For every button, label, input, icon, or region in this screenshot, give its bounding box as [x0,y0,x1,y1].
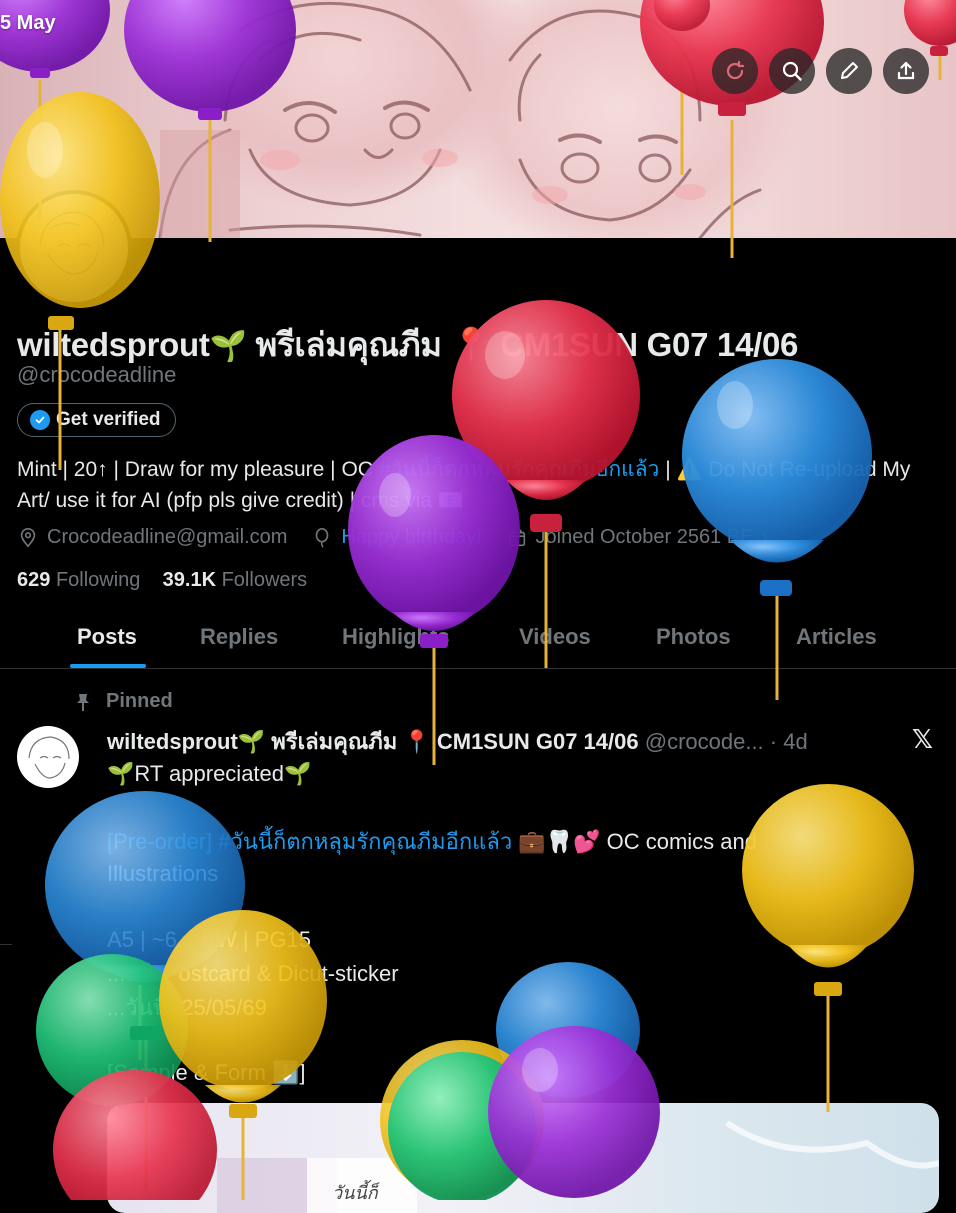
tab-posts[interactable]: Posts [77,624,137,650]
status-bar-time: 5 May [0,12,56,34]
share-button[interactable] [883,48,929,94]
profile-meta: Crocodeadline@gmail.com Happy birthday! … [17,526,782,549]
joined-date: Joined October 2561 BE [535,526,754,548]
birthday-link[interactable]: Happy birthday! [341,526,481,549]
get-verified-button[interactable]: Get verified [17,403,176,437]
tab-highlights[interactable]: Highlights [342,624,450,650]
post-avatar-image [28,736,70,779]
chevron-right-icon[interactable]: › [761,526,768,549]
media-caption: วันนี้ก็ [332,1183,378,1203]
search-button[interactable] [769,48,815,94]
joined-item: Joined October 2561 BE › [506,526,768,549]
post-line-2-rest: 💼🦷💕 OC comics and [512,829,757,854]
banner-illustration [158,1,762,238]
profile-email: Crocodeadline@gmail.com [47,526,288,548]
post-header: wiltedsprout🌱 พรีเล่มคุณภีม 📍 CM1SUN G07… [107,724,808,759]
media-thumbnail [217,1120,939,1213]
balloon-icon [316,527,329,548]
balloon-yellow-2 [742,784,914,1112]
post-line-7: [Sample & Form ⬇️] [107,1060,306,1085]
following-link[interactable]: 629 Following [17,569,140,591]
search-icon [782,61,802,81]
divider [0,944,12,945]
post-time: · 4d [769,729,808,754]
preorder-link[interactable]: [Pre-order] [107,829,212,854]
calendar-icon [508,529,525,546]
tab-videos[interactable]: Videos [519,624,591,650]
profile-tabs: Posts Replies Highlights Videos Photos A… [0,606,956,669]
post-line-5: ...พรี: Postcard & Dicut-sticker [107,961,399,986]
followers-count: 39.1K [162,569,217,591]
location-item: Crocodeadline@gmail.com [17,526,287,549]
get-verified-label: Get verified [56,409,161,430]
pinned-indicator: Pinned [74,690,173,713]
bio-hashtag-link[interactable]: #วันนี้ก็ตกหลุมรักคุณภีมอีกแล้ว [379,458,660,481]
balloon-blue-3 [496,962,640,1098]
pinned-label: Pinned [106,690,173,712]
tab-articles[interactable]: Articles [796,624,877,650]
post-line-6: ...วันนี้- 25/05/69 [107,995,267,1020]
edit-button[interactable] [826,48,872,94]
profile-handle: @crocodeadline [17,362,177,387]
tab-photos[interactable]: Photos [656,624,731,650]
post-author-handle[interactable]: @crocode... [645,729,764,754]
follow-stats: 629 Following 39.1K Followers [17,569,307,592]
refresh-icon [726,60,745,80]
post-line-4: A5 | ~6... BW | PG15 [107,927,312,952]
followers-link[interactable]: 39.1K Followers [163,569,308,591]
post-media-preview[interactable] [107,1103,939,1213]
post-author-avatar[interactable] [17,726,79,788]
birthday-item: Happy birthday! [311,526,482,549]
edit-icon [841,62,858,79]
tab-replies[interactable]: Replies [200,624,278,650]
x-logo-icon: 𝕏 [912,724,933,754]
avatar-image [39,211,105,275]
followers-label: Followers [221,569,308,591]
display-name-rest: พรีเล่มคุณภีม 📍 CM1SUN G07 14/06 [246,326,799,363]
post-line-3: Illustrations [107,861,219,886]
profile-avatar[interactable] [16,190,132,306]
bio-text-1: Mint | 20↑ | Draw for my pleasure | OC [17,458,379,481]
post-line-1: 🌱RT appreciated🌱 [107,761,312,786]
profile-banner [0,0,956,238]
pin-icon [77,693,89,711]
display-name-main: wiltedsprout [17,326,210,363]
share-icon [897,61,915,80]
post-author-name[interactable]: wiltedsprout🌱 พรีเล่มคุณภีม 📍 CM1SUN G07… [107,729,639,754]
following-count: 629 [17,569,51,591]
profile-bio: Mint | 20↑ | Draw for my pleasure | OC #… [17,454,942,516]
refresh-button[interactable] [712,48,758,94]
verified-badge-icon [30,410,50,430]
following-label: Following [55,569,141,591]
active-tab-indicator [70,664,146,668]
display-name-seed: 🌱 [209,330,247,363]
post-hashtag-link[interactable]: #วันนี้ก็ตกหลุมรักคุณภีมอีกแล้ว [218,829,512,854]
location-pin-icon [20,527,36,548]
post-line-2: [Pre-order] #วันนี้ก็ตกหลุมรักคุณภีมอีกแ… [107,826,757,858]
